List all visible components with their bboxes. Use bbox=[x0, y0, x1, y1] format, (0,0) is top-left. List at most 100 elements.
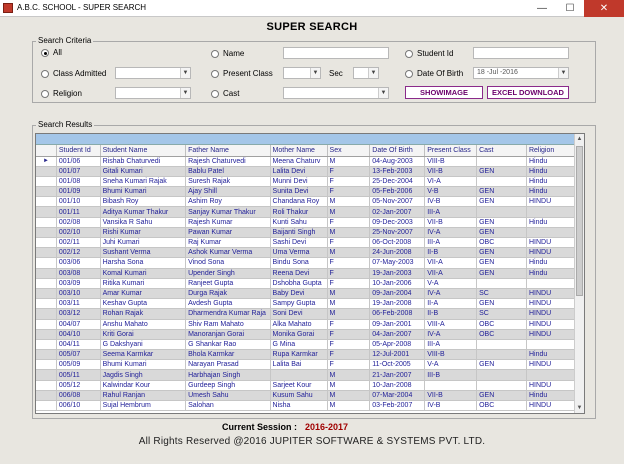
excel-download-button[interactable]: EXCEL DOWNLOAD bbox=[487, 86, 569, 99]
radio-all[interactable]: All bbox=[41, 48, 62, 57]
table-row[interactable]: 002/08 Vansika R Sahu Rajesh Kumar Kunti Sa… bbox=[36, 217, 583, 228]
column-header[interactable]: Present Class bbox=[424, 145, 478, 157]
table-row[interactable]: 004/07 Anshu Mahato Shiv Ram Mahato Alka Ma… bbox=[36, 319, 583, 330]
chevron-down-icon[interactable]: ▼ bbox=[310, 68, 320, 78]
radio-class-admitted-dot[interactable] bbox=[41, 69, 49, 78]
column-header[interactable]: Student Name bbox=[100, 145, 187, 157]
show-image-button[interactable]: SHOWIMAGE bbox=[405, 86, 483, 99]
chevron-down-icon[interactable]: ▼ bbox=[378, 88, 388, 98]
radio-cast[interactable]: Cast bbox=[211, 89, 239, 98]
row-selector[interactable] bbox=[36, 206, 57, 218]
radio-class-admitted[interactable]: Class Admitted bbox=[41, 69, 106, 78]
chevron-down-icon[interactable]: ▼ bbox=[180, 68, 190, 78]
date-of-birth-picker[interactable]: 18 -Jul -2016 ▼ bbox=[473, 67, 569, 79]
table-row[interactable]: 006/10 Sujal Hembrum Salohan Nisha M 03-Feb-2… bbox=[36, 400, 583, 412]
scroll-up-icon[interactable]: ▲ bbox=[575, 134, 584, 144]
table-row[interactable]: 003/09 Ritika Kumari Ranjeet Gupta Dshobha … bbox=[36, 278, 583, 289]
row-selector[interactable] bbox=[36, 369, 57, 381]
radio-cast-dot[interactable] bbox=[211, 89, 219, 98]
row-selector[interactable] bbox=[36, 308, 57, 320]
row-selector[interactable] bbox=[36, 390, 57, 402]
scroll-thumb[interactable] bbox=[576, 146, 583, 296]
column-header[interactable]: Date Of Birth bbox=[369, 145, 426, 157]
row-selector[interactable] bbox=[36, 319, 57, 330]
row-selector[interactable] bbox=[36, 268, 57, 279]
radio-name-dot[interactable] bbox=[211, 49, 219, 58]
row-selector[interactable] bbox=[36, 227, 57, 239]
row-selector[interactable]: ► bbox=[36, 156, 57, 167]
radio-religion[interactable]: Religion bbox=[41, 89, 82, 98]
radio-name[interactable]: Name bbox=[211, 49, 244, 58]
table-row[interactable]: 001/09 Bhumi Kumari Ajay Shill Sunita Devi F… bbox=[36, 186, 583, 198]
table-row[interactable]: 005/07 Seema Karmkar Bhola Karmkar Rupa Kar… bbox=[36, 349, 583, 361]
vertical-scrollbar[interactable]: ▲ ▼ bbox=[574, 134, 584, 413]
chevron-down-icon[interactable]: ▼ bbox=[368, 68, 378, 78]
sec-select[interactable]: ▼ bbox=[353, 67, 379, 79]
table-row[interactable]: 005/11 Jagdis Singh Harbhajan Singh M 21-Jan… bbox=[36, 369, 583, 381]
close-button[interactable]: ✕ bbox=[584, 0, 624, 17]
row-selector[interactable] bbox=[36, 380, 57, 391]
table-row[interactable]: 002/11 Juhi Kumari Raj Kumar Sashi Devi F 06-… bbox=[36, 237, 583, 249]
row-selector[interactable] bbox=[36, 176, 57, 188]
present-class-select[interactable]: ▼ bbox=[283, 67, 321, 79]
row-selector[interactable] bbox=[36, 196, 57, 208]
cast-select[interactable]: ▼ bbox=[283, 87, 389, 99]
row-selector[interactable] bbox=[36, 288, 57, 300]
maximize-button[interactable]: ☐ bbox=[556, 0, 584, 17]
table-row[interactable]: 001/11 Aditya Kumar Thakur Sanjay Kumar Th… bbox=[36, 206, 583, 218]
radio-all-dot[interactable] bbox=[41, 48, 49, 57]
name-input[interactable] bbox=[283, 47, 389, 59]
column-header[interactable]: Sex bbox=[327, 145, 371, 157]
table-cell: M bbox=[327, 400, 371, 412]
chevron-down-icon[interactable]: ▼ bbox=[180, 88, 190, 98]
table-row[interactable]: 005/12 Kalwindar Kour Gurdeep Singh Sarjeet… bbox=[36, 380, 583, 391]
table-row[interactable]: 006/08 Rahul Ranjan Umesh Sahu Kusum Sahu M 0… bbox=[36, 390, 583, 402]
table-row[interactable]: 001/10 Bibash Roy Ashim Roy Chandana Roy M 05… bbox=[36, 196, 583, 208]
column-header[interactable]: Cast bbox=[476, 145, 527, 157]
table-row[interactable]: 001/08 Sneha Kumari Rajak Suresh Rajak Munn… bbox=[36, 176, 583, 188]
row-selector[interactable] bbox=[36, 298, 57, 310]
row-selector[interactable] bbox=[36, 349, 57, 361]
row-selector[interactable] bbox=[36, 278, 57, 289]
table-cell: VIII-B bbox=[424, 156, 478, 167]
row-selector[interactable] bbox=[36, 257, 57, 269]
row-selector[interactable] bbox=[36, 217, 57, 228]
radio-religion-dot[interactable] bbox=[41, 89, 49, 98]
table-row[interactable]: 003/11 Keshav Gupta Avdesh Gupta Sampy Gupt… bbox=[36, 298, 583, 310]
table-row[interactable]: 004/11 G Dakshyani G Shankar Rao G Mina F 05-… bbox=[36, 339, 583, 351]
row-selector[interactable] bbox=[36, 339, 57, 351]
radio-present-class-dot[interactable] bbox=[211, 69, 219, 78]
radio-present-class[interactable]: Present Class bbox=[211, 69, 273, 78]
table-row[interactable]: 002/12 Sushant Verma Ashok Kumar Verma Uma … bbox=[36, 247, 583, 259]
radio-date-of-birth[interactable]: Date Of Birth bbox=[405, 69, 463, 78]
row-selector[interactable] bbox=[36, 247, 57, 259]
table-row[interactable]: ► 001/06 Rishab Chaturvedi Rajesh Chaturved… bbox=[36, 156, 583, 167]
table-row[interactable]: 003/06 Harsha Sona Vinod Sona Bindu Sona F 07… bbox=[36, 257, 583, 269]
row-selector[interactable] bbox=[36, 329, 57, 340]
table-row[interactable]: 003/08 Komal Kumari Upender Singh Reena Dev… bbox=[36, 268, 583, 279]
row-selector[interactable] bbox=[36, 186, 57, 198]
radio-student-id[interactable]: Student Id bbox=[405, 49, 453, 58]
student-id-input[interactable] bbox=[473, 47, 569, 59]
table-row[interactable]: 003/12 Rohan Rajak Dharmendra Kumar Raja So… bbox=[36, 308, 583, 320]
results-grid[interactable]: Student Id Student Name Father Name Moth… bbox=[35, 133, 585, 414]
radio-student-id-dot[interactable] bbox=[405, 49, 413, 58]
radio-date-of-birth-dot[interactable] bbox=[405, 69, 413, 78]
table-row[interactable]: 002/10 Rishi Kumar Pawan Kumar Baijanti Sin… bbox=[36, 227, 583, 239]
column-header[interactable]: Mother Name bbox=[270, 145, 328, 157]
scroll-down-icon[interactable]: ▼ bbox=[575, 403, 584, 413]
row-selector[interactable] bbox=[36, 400, 57, 412]
religion-select[interactable]: ▼ bbox=[115, 87, 191, 99]
table-row[interactable]: 005/09 Bhumi Kumari Narayan Prasad Lalita B… bbox=[36, 359, 583, 371]
table-row[interactable]: 004/10 Kriti Gorai Manoranjan Gorai Monika … bbox=[36, 329, 583, 340]
class-admitted-select[interactable]: ▼ bbox=[115, 67, 191, 79]
table-row[interactable]: 001/07 Gitali Kumari Bablu Patel Lalita Dev… bbox=[36, 166, 583, 177]
row-selector[interactable] bbox=[36, 359, 57, 371]
column-header[interactable]: Father Name bbox=[185, 145, 271, 157]
minimize-button[interactable]: — bbox=[528, 0, 556, 17]
row-selector[interactable] bbox=[36, 237, 57, 249]
chevron-down-icon[interactable]: ▼ bbox=[558, 68, 568, 78]
row-selector[interactable] bbox=[36, 166, 57, 177]
column-header[interactable]: Student Id bbox=[56, 145, 101, 157]
table-row[interactable]: 003/10 Amar Kumar Durga Rajak Baby Devi M 09-… bbox=[36, 288, 583, 300]
